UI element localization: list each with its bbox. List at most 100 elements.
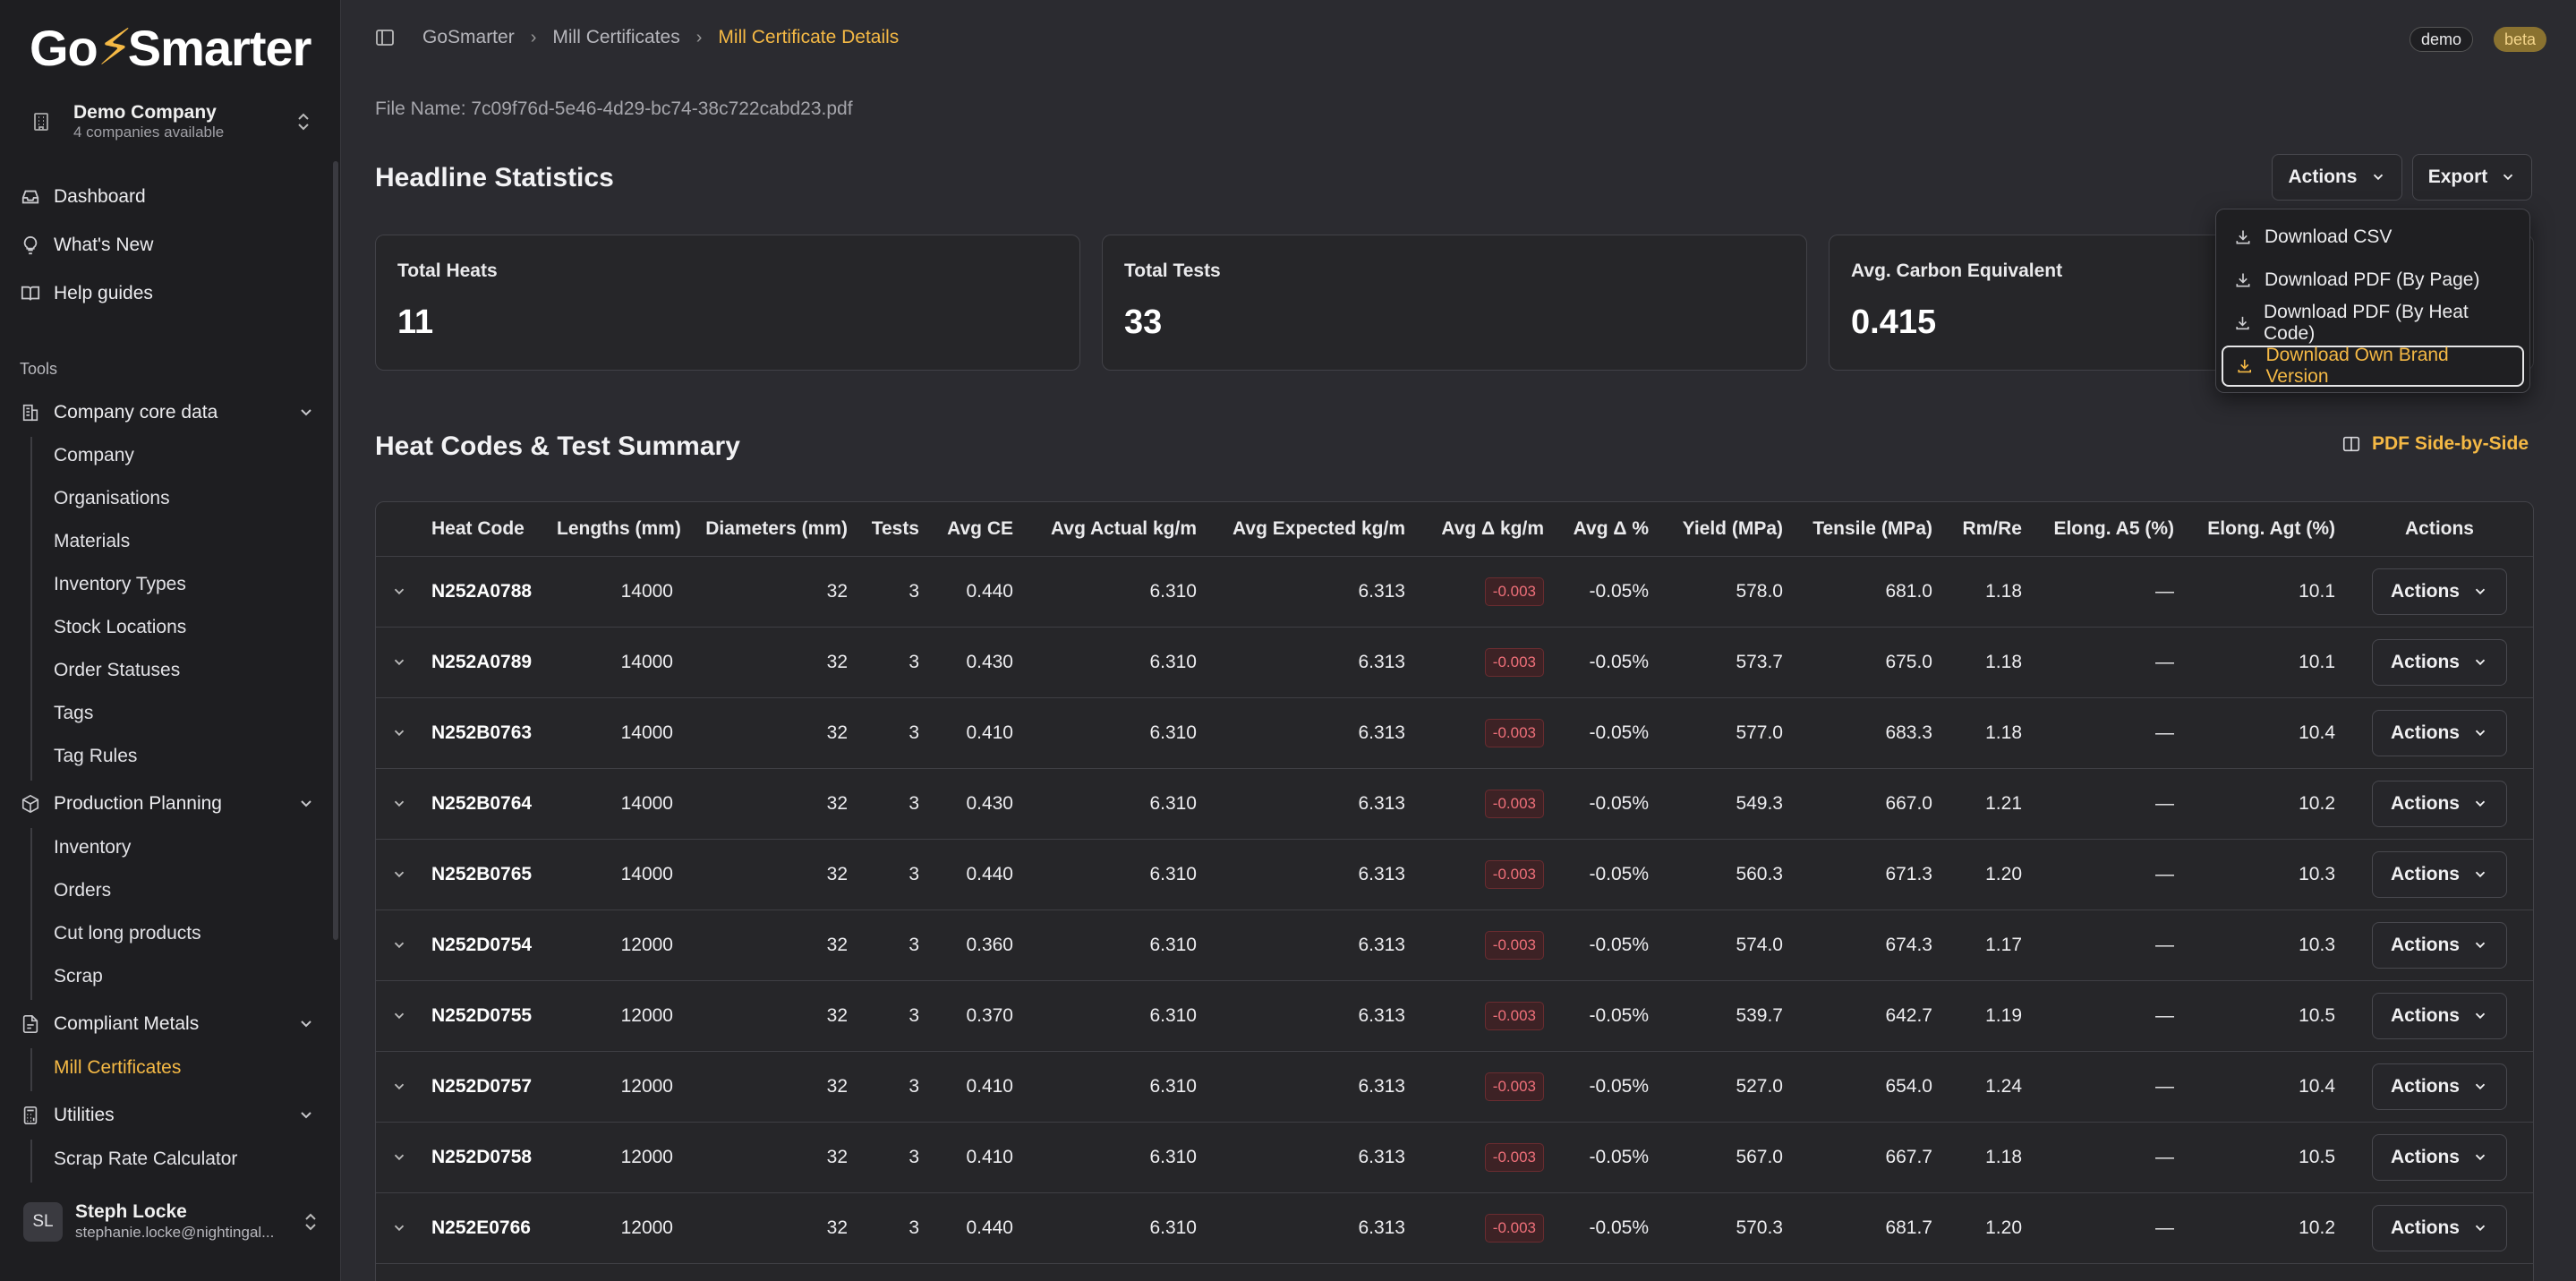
gosmarter-logo[interactable]: Go ⚡ Smarter bbox=[30, 19, 311, 76]
sidebar-item-materials[interactable]: Materials bbox=[54, 525, 130, 558]
table-cell: 10.5 bbox=[2183, 980, 2344, 1052]
menu-item-download-own-brand-version[interactable]: Download Own Brand Version bbox=[2222, 345, 2524, 387]
column-header[interactable]: Avg Δ kg/m bbox=[1414, 502, 1553, 557]
table-cell: 10.2 bbox=[2183, 768, 2344, 840]
cell-heat-code: N252A0788 bbox=[422, 556, 548, 628]
sidebar-item-inventory-types[interactable]: Inventory Types bbox=[54, 568, 186, 601]
column-header[interactable]: Avg Actual kg/m bbox=[1022, 502, 1206, 557]
nav-dashboard[interactable]: Dashboard bbox=[20, 179, 146, 215]
table-row[interactable]: N252D0755 12000 32 3 0.370 6.310 6.313 -0.003 -0… bbox=[376, 980, 2533, 1052]
breadcrumb-gosmarter[interactable]: GoSmarter bbox=[422, 27, 515, 48]
table-row[interactable]: N252B0764 14000 32 3 0.430 6.310 6.313 -0.003 -0… bbox=[376, 768, 2533, 840]
row-expand-toggle[interactable] bbox=[376, 910, 422, 981]
column-header[interactable]: Rm/Re bbox=[1941, 502, 2031, 557]
column-header[interactable]: Avg Δ % bbox=[1553, 502, 1658, 557]
chevron-down-icon bbox=[2475, 659, 2486, 665]
row-expand-toggle[interactable] bbox=[376, 1051, 422, 1123]
column-header[interactable]: Elong. Agt (%) bbox=[2183, 502, 2344, 557]
row-expand-toggle[interactable] bbox=[376, 1192, 422, 1264]
nav-group-compliant-metals[interactable]: Compliant Metals bbox=[20, 1006, 315, 1042]
table-cell: 32 bbox=[682, 1122, 857, 1193]
sidebar-item-company[interactable]: Company bbox=[54, 440, 134, 472]
delta-badge: -0.003 bbox=[1484, 1142, 1544, 1172]
actions-button[interactable]: Actions bbox=[2272, 154, 2402, 201]
column-header[interactable]: Tensile (MPa) bbox=[1792, 502, 1941, 557]
column-header[interactable]: Diameters (mm) bbox=[682, 502, 857, 557]
row-actions-button[interactable]: Actions bbox=[2371, 568, 2507, 615]
column-header[interactable]: Lengths (mm) bbox=[548, 502, 682, 557]
table-row[interactable]: N252B0765 14000 32 3 0.440 6.310 6.313 -0.003 -0… bbox=[376, 839, 2533, 910]
row-actions-button[interactable]: Actions bbox=[2371, 780, 2507, 827]
user-menu[interactable]: SL Steph Locke stephanie.locke@nightinga… bbox=[13, 1191, 330, 1253]
sidebar-item-tag-rules[interactable]: Tag Rules bbox=[54, 740, 137, 773]
company-switcher[interactable]: Demo Company 4 companies available bbox=[13, 95, 330, 149]
table-cell: 1.18 bbox=[1941, 627, 2031, 698]
breadcrumb-mill-certificates[interactable]: Mill Certificates bbox=[552, 27, 679, 48]
sidebar-item-inventory[interactable]: Inventory bbox=[54, 832, 131, 864]
sidebar-item-orders[interactable]: Orders bbox=[54, 875, 111, 907]
sidebar-item-cut-long-products[interactable]: Cut long products bbox=[54, 918, 201, 950]
row-actions-button[interactable]: Actions bbox=[2371, 850, 2507, 898]
row-actions-button[interactable]: Actions bbox=[2371, 921, 2507, 969]
sidebar-item-tags[interactable]: Tags bbox=[54, 697, 93, 730]
row-expand-toggle[interactable] bbox=[376, 697, 422, 769]
sidebar-toggle-icon[interactable] bbox=[374, 27, 396, 48]
row-actions-button[interactable]: Actions bbox=[2371, 709, 2507, 756]
table-row[interactable]: N252D0757 12000 32 3 0.410 6.310 6.313 -0.003 -0… bbox=[376, 1051, 2533, 1123]
row-actions-button[interactable]: Actions bbox=[2371, 992, 2507, 1039]
export-button[interactable]: Export bbox=[2412, 154, 2532, 201]
row-actions-button[interactable]: Actions bbox=[2371, 1063, 2507, 1110]
sidebar-item-order-statuses[interactable]: Order Statuses bbox=[54, 654, 180, 687]
row-expand-toggle[interactable] bbox=[376, 839, 422, 910]
menu-item-download-pdf-by-heat-code[interactable]: Download PDF (By Heat Code) bbox=[2222, 302, 2524, 344]
column-header[interactable]: Avg Expected kg/m bbox=[1206, 502, 1414, 557]
table-row[interactable]: N252D0758 12000 32 3 0.410 6.310 6.313 -0.003 -0… bbox=[376, 1122, 2533, 1193]
table-row[interactable]: N252D0754 12000 32 3 0.360 6.310 6.313 -0.003 -0… bbox=[376, 910, 2533, 981]
chevrons-up-down-icon bbox=[298, 113, 309, 131]
sidebar-item-scrap[interactable]: Scrap bbox=[54, 961, 103, 993]
nav-help-guides[interactable]: Help guides bbox=[20, 276, 153, 312]
cell-avg-delta-kgm: -0.003 bbox=[1414, 627, 1553, 698]
table-cell: 683.3 bbox=[1792, 697, 1941, 769]
menu-item-download-csv[interactable]: Download CSV bbox=[2222, 217, 2524, 258]
sidebar-scrollbar[interactable] bbox=[333, 161, 338, 940]
pdf-side-by-side-button[interactable]: PDF Side-by-Side bbox=[2341, 433, 2529, 455]
table-cell: 14000 bbox=[548, 768, 682, 840]
sidebar-item-scrap-rate-calculator[interactable]: Scrap Rate Calculator bbox=[54, 1143, 237, 1175]
nav-whats-new[interactable]: What's New bbox=[20, 227, 153, 263]
column-header[interactable]: Heat Code bbox=[422, 502, 548, 557]
row-expand-toggle[interactable] bbox=[376, 980, 422, 1052]
column-header[interactable]: Elong. A5 (%) bbox=[2031, 502, 2183, 557]
column-header[interactable]: Tests bbox=[857, 502, 928, 557]
table-row[interactable]: N252A0788 14000 32 3 0.440 6.310 6.313 -0.003 -0… bbox=[376, 556, 2533, 628]
column-header[interactable]: Yield (MPa) bbox=[1658, 502, 1792, 557]
nav-group-utilities[interactable]: Utilities bbox=[20, 1097, 315, 1133]
sidebar-item-mill-certificates[interactable]: Mill Certificates bbox=[54, 1052, 181, 1084]
row-expand-toggle[interactable] bbox=[376, 627, 422, 698]
table-row[interactable]: N252A0789 14000 32 3 0.430 6.310 6.313 -0.003 -0… bbox=[376, 627, 2533, 698]
row-actions-button[interactable]: Actions bbox=[2371, 638, 2507, 686]
chevron-down-icon bbox=[2475, 871, 2486, 877]
row-actions-button[interactable]: Actions bbox=[2371, 1204, 2507, 1251]
inbox-icon bbox=[20, 186, 41, 208]
table-row[interactable]: N252B0763 14000 32 3 0.410 6.310 6.313 -0.003 -0… bbox=[376, 697, 2533, 769]
table-row[interactable]: N252E0766 12000 32 3 0.440 6.310 6.313 -0.003 -0… bbox=[376, 1192, 2533, 1264]
chevron-down-icon bbox=[394, 942, 405, 949]
building-icon bbox=[20, 402, 41, 423]
nav-group-label: Compliant Metals bbox=[54, 1013, 200, 1034]
company-count: 4 companies available bbox=[73, 124, 225, 141]
sidebar-item-stock-locations[interactable]: Stock Locations bbox=[54, 611, 186, 644]
chevrons-up-down-icon bbox=[305, 1213, 316, 1231]
row-expand-toggle[interactable] bbox=[376, 768, 422, 840]
row-actions-label: Actions bbox=[2390, 1075, 2460, 1097]
nav-group-production-planning[interactable]: Production Planning bbox=[20, 786, 315, 822]
row-expand-toggle[interactable] bbox=[376, 1122, 422, 1193]
column-header[interactable]: Avg CE bbox=[928, 502, 1022, 557]
row-expand-toggle[interactable] bbox=[376, 556, 422, 628]
table-cell: 32 bbox=[682, 1192, 857, 1264]
delta-badge: -0.003 bbox=[1484, 576, 1544, 606]
row-actions-button[interactable]: Actions bbox=[2371, 1133, 2507, 1181]
menu-item-download-pdf-by-page[interactable]: Download PDF (By Page) bbox=[2222, 260, 2524, 301]
sidebar-item-organisations[interactable]: Organisations bbox=[54, 483, 170, 515]
nav-group-company-core-data[interactable]: Company core data bbox=[20, 395, 315, 431]
